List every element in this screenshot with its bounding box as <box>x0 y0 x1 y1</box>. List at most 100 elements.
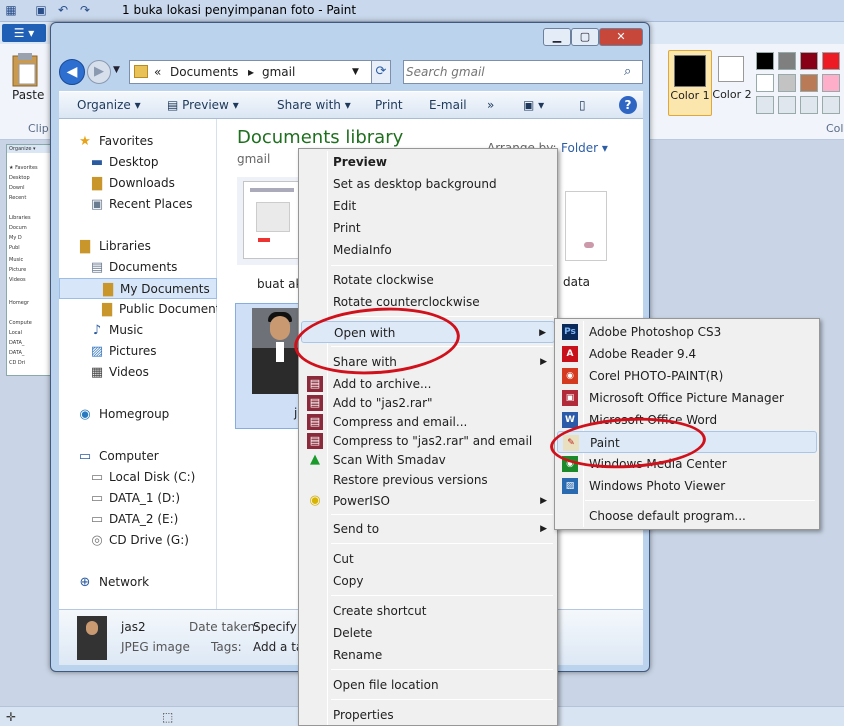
nav-computer[interactable]: ▭ Computer <box>59 446 217 467</box>
color1-button[interactable]: Color 1 <box>668 50 712 116</box>
menu-delete[interactable]: Delete <box>301 622 555 644</box>
redo-icon[interactable]: ↷ <box>78 3 92 17</box>
search-input[interactable] <box>406 63 612 81</box>
nav-data2[interactable]: ▭ DATA_2 (E:) <box>59 509 217 530</box>
nav-my-documents[interactable]: ▇ My Documents <box>59 278 217 299</box>
recent-pages-dropdown[interactable]: ▼ <box>113 65 120 75</box>
nav-downloads-label: Downloads <box>109 176 175 190</box>
save-icon[interactable]: ▣ <box>34 3 48 17</box>
more-commands-button[interactable]: » <box>487 98 494 112</box>
email-button[interactable]: E-mail <box>429 98 467 112</box>
menu-restore-previous-versions[interactable]: Restore previous versions <box>301 469 555 491</box>
paste-button[interactable]: Paste <box>12 88 44 102</box>
palette-color-swatch[interactable] <box>756 52 774 70</box>
chevron-right-icon[interactable]: ▸ <box>248 65 254 79</box>
palette-color-swatch[interactable] <box>822 52 840 70</box>
nav-downloads[interactable]: ▇ Downloads <box>59 173 217 194</box>
arrange-by-dropdown[interactable]: Folder ▾ <box>561 141 608 155</box>
palette-color-swatch[interactable] <box>778 52 796 70</box>
print-button[interactable]: Print <box>375 98 403 112</box>
close-button[interactable]: ✕ <box>599 28 643 46</box>
nav-data1[interactable]: ▭ DATA_1 (D:) <box>59 488 217 509</box>
tags-field[interactable]: Add a ta <box>253 640 303 654</box>
menu-mediainfo[interactable]: MediaInfo <box>301 239 555 261</box>
menu-set-desktop-background[interactable]: Set as desktop background <box>301 173 555 195</box>
menu-create-shortcut[interactable]: Create shortcut <box>301 600 555 622</box>
nav-network[interactable]: ⊕ Network <box>59 572 217 593</box>
nav-videos[interactable]: ▦ Videos <box>59 362 217 383</box>
refresh-button[interactable]: ⟳ <box>371 60 391 84</box>
menu-cut[interactable]: Cut <box>301 548 555 570</box>
nav-favorites[interactable]: ★ Favorites <box>59 131 217 152</box>
menu-open-file-location[interactable]: Open file location <box>301 674 555 696</box>
nav-public-documents-label: Public Documents <box>119 302 227 316</box>
nav-pictures[interactable]: ▨ Pictures <box>59 341 217 362</box>
search-box[interactable]: ⌕ <box>403 60 643 84</box>
organize-button[interactable]: Organize ▾ <box>77 98 141 112</box>
menu-label: PowerISO <box>333 494 390 508</box>
undo-icon[interactable]: ↶ <box>56 3 70 17</box>
address-bar[interactable]: « Documents ▸ gmail ▼ <box>129 60 391 84</box>
menu-preview[interactable]: Preview <box>301 151 555 173</box>
nav-homegroup[interactable]: ◉ Homegroup <box>59 404 217 425</box>
back-button[interactable]: ◀ <box>59 59 85 85</box>
clipboard-icon[interactable] <box>10 52 40 88</box>
file-label[interactable]: buat ak <box>257 277 302 291</box>
palette-color-swatch[interactable] <box>756 74 774 92</box>
menu-rotate-counterclockwise[interactable]: Rotate counterclockwise <box>301 291 555 313</box>
palette-color-swatch[interactable] <box>778 74 796 92</box>
paint-menu-button[interactable]: ☰ ▾ <box>2 24 46 42</box>
forward-button[interactable]: ▶ <box>87 60 111 84</box>
nav-desktop[interactable]: ▬ Desktop <box>59 152 217 173</box>
menu-scan-smadav[interactable]: ▲ Scan With Smadav <box>301 449 555 471</box>
menu-label: Create shortcut <box>333 604 427 618</box>
open-with-adobe-reader[interactable]: A Adobe Reader 9.4 <box>557 343 817 365</box>
nav-music[interactable]: ♪ Music <box>59 320 217 341</box>
palette-color-swatch[interactable] <box>800 74 818 92</box>
nav-public-documents[interactable]: ▇ Public Documents <box>59 299 227 320</box>
share-with-button[interactable]: Share with ▾ <box>277 98 351 112</box>
open-with-photoshop[interactable]: Ps Adobe Photoshop CS3 <box>557 321 817 343</box>
address-segment-gmail[interactable]: gmail <box>262 65 295 79</box>
nav-documents[interactable]: ▤ Documents <box>59 257 217 278</box>
menu-poweriso[interactable]: ◉ PowerISO ▶ <box>301 490 555 512</box>
submenu-arrow-icon: ▶ <box>540 496 547 506</box>
address-dropdown-icon[interactable]: ▼ <box>352 67 359 77</box>
maximize-button[interactable]: ▢ <box>571 28 599 46</box>
palette-color-swatch[interactable] <box>800 96 818 114</box>
open-with-corel[interactable]: ◉ Corel PHOTO-PAINT(R) <box>557 365 817 387</box>
choose-default-program[interactable]: Choose default program... <box>557 505 817 527</box>
nav-recent-places[interactable]: ▣ Recent Places <box>59 194 217 215</box>
file-thumbnail[interactable] <box>565 191 607 261</box>
preview-button[interactable]: ▤ Preview ▾ <box>167 98 239 112</box>
open-with-picture-manager[interactable]: ▣ Microsoft Office Picture Manager <box>557 387 817 409</box>
nav-cd-drive[interactable]: ◎ CD Drive (G:) <box>59 530 217 551</box>
palette-color-swatch[interactable] <box>756 96 774 114</box>
menu-rotate-clockwise[interactable]: Rotate clockwise <box>301 269 555 291</box>
menu-label: Set as desktop background <box>333 177 497 191</box>
file-label[interactable]: data <box>563 275 590 289</box>
palette-color-swatch[interactable] <box>822 74 840 92</box>
preview-pane-icon[interactable]: ▯ <box>579 98 586 112</box>
address-segment-documents[interactable]: Documents <box>170 65 238 79</box>
nav-local-disk[interactable]: ▭ Local Disk (C:) <box>59 467 217 488</box>
help-icon[interactable]: ? <box>619 96 637 114</box>
nav-homegroup-label: Homegroup <box>99 407 170 421</box>
open-with-photo-viewer[interactable]: ▨ Windows Photo Viewer <box>557 475 817 497</box>
menu-send-to[interactable]: Send to ▶ <box>301 518 555 540</box>
address-overflow[interactable]: « <box>154 65 161 79</box>
menu-rename[interactable]: Rename <box>301 644 555 666</box>
palette-color-swatch[interactable] <box>800 52 818 70</box>
palette-color-swatch[interactable] <box>778 96 796 114</box>
search-icon[interactable]: ⌕ <box>624 64 631 79</box>
minimize-button[interactable]: ▁ <box>543 28 571 46</box>
menu-properties[interactable]: Properties <box>301 704 555 726</box>
nav-libraries[interactable]: ▇ Libraries <box>59 236 217 257</box>
view-options-icon[interactable]: ▣ ▾ <box>523 98 544 112</box>
menu-edit[interactable]: Edit <box>301 195 555 217</box>
menu-print[interactable]: Print <box>301 217 555 239</box>
palette-color-swatch[interactable] <box>822 96 840 114</box>
menu-copy[interactable]: Copy <box>301 570 555 592</box>
folder-icon: ▇ <box>102 302 112 317</box>
color2-button[interactable]: Color 2 <box>712 50 752 116</box>
